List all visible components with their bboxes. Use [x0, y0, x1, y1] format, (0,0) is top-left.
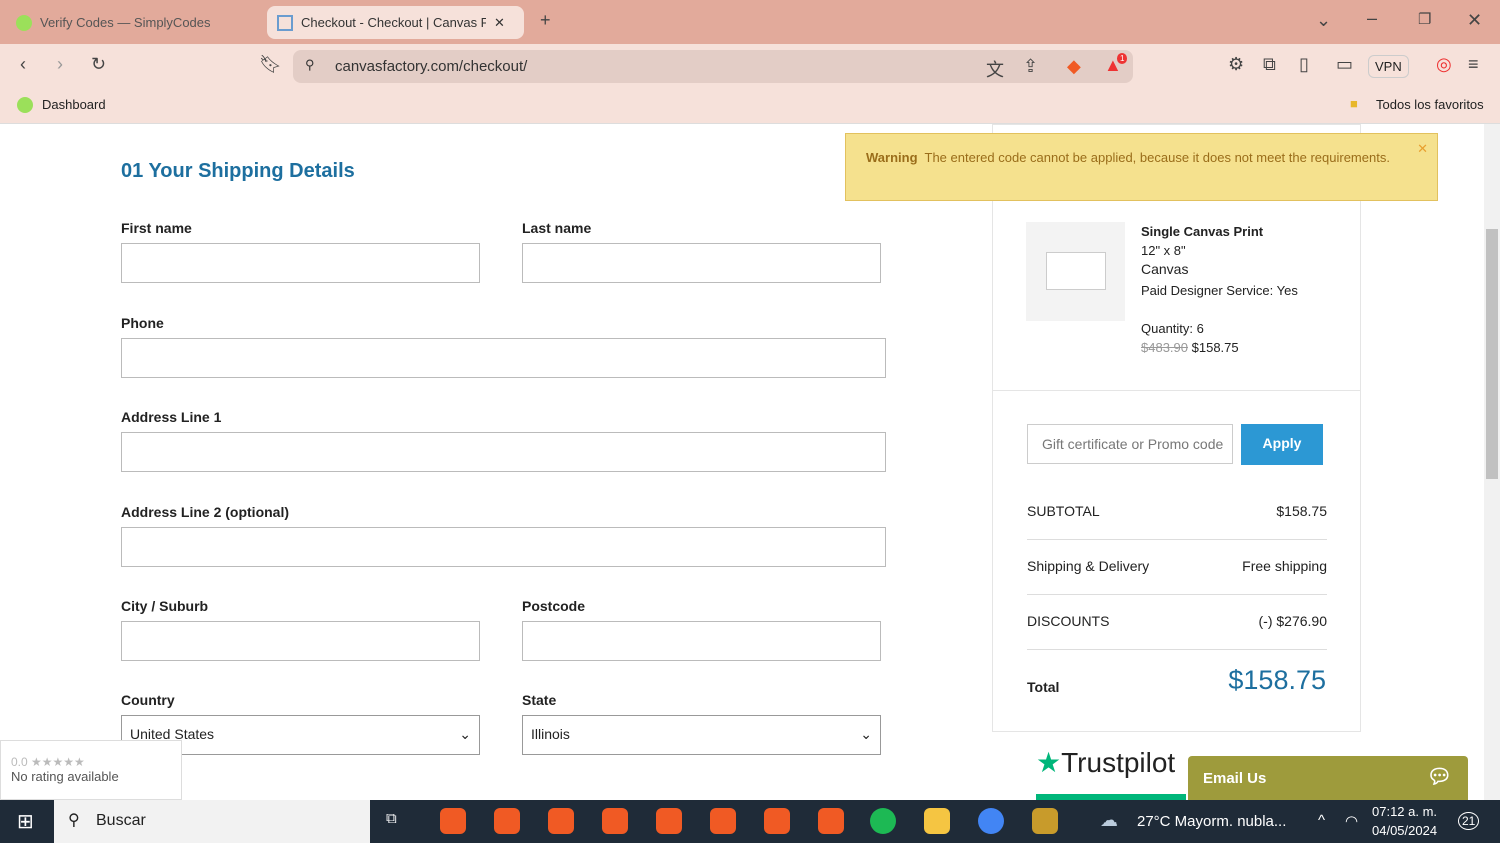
minimize-icon[interactable]: – [1367, 8, 1377, 29]
trustpilot-logo: ★Trustpilot [1036, 747, 1176, 778]
dashboard-favicon [17, 97, 33, 113]
wallet-icon[interactable]: ▭ [1336, 54, 1353, 75]
new-tab-icon[interactable]: + [540, 10, 551, 31]
brave-app-icon[interactable] [548, 808, 574, 834]
taskbar-search[interactable]: ⚲ Buscar [54, 800, 370, 843]
extensions-icon[interactable]: ⧉ [1263, 54, 1276, 75]
reload-icon[interactable]: ↻ [91, 54, 106, 75]
site-settings-icon[interactable]: ⚲ [305, 57, 315, 73]
brave-app-icon[interactable] [818, 808, 844, 834]
simplycodes-icon [16, 14, 32, 31]
shipping-value: Free shipping [1242, 558, 1327, 574]
address2-input[interactable] [121, 527, 886, 567]
warning-alert: Warning The entered code cannot be appli… [845, 133, 1438, 201]
page-icon [277, 14, 293, 31]
brave-app-icon[interactable] [440, 808, 466, 834]
postcode-input[interactable] [522, 621, 881, 661]
apply-button[interactable]: Apply [1241, 424, 1323, 465]
share-icon[interactable]: ⇪ [1023, 56, 1038, 77]
chat-icon: 💬︎ [1426, 766, 1452, 788]
vpn-button[interactable]: VPN [1368, 55, 1409, 78]
promo-code-input[interactable]: Gift certificate or Promo code [1027, 424, 1233, 464]
bookmark-dashboard[interactable]: Dashboard [42, 97, 106, 112]
address1-input[interactable] [121, 432, 886, 472]
state-label: State [522, 692, 557, 708]
forward-icon[interactable]: › [57, 54, 63, 75]
discounts-label: DISCOUNTS [1027, 613, 1110, 629]
tab-list-icon[interactable]: ⌄ [1316, 10, 1331, 31]
brave-app-icon[interactable] [494, 808, 520, 834]
task-view-icon[interactable]: ⧉ [386, 810, 397, 827]
file-explorer-icon[interactable] [924, 808, 950, 834]
chevron-down-icon: ⌄ [459, 726, 471, 742]
subtotal-label: SUBTOTAL [1027, 503, 1100, 519]
last-name-label: Last name [522, 220, 592, 236]
wifi-icon[interactable]: ◠ [1345, 812, 1358, 830]
chevron-down-icon: ⌄ [860, 726, 872, 742]
rating-widget[interactable]: 0.0 ★★★★★ No rating available [0, 740, 182, 800]
product-details: Single Canvas Print 12" x 8" Canvas Paid… [1141, 224, 1298, 355]
last-name-input[interactable] [522, 243, 881, 283]
address2-label: Address Line 2 (optional) [121, 504, 290, 520]
brave-shields-icon[interactable]: ◆ [1067, 56, 1081, 77]
total-label: Total [1027, 679, 1060, 695]
first-name-label: First name [121, 220, 192, 236]
address1-label: Address Line 1 [121, 409, 222, 425]
email-us-button[interactable]: Email Us 💬︎ [1188, 756, 1468, 800]
scrollbar[interactable] [1484, 124, 1500, 800]
search-icon: ⚲ [68, 812, 80, 829]
chevron-up-icon[interactable]: ^ [1318, 812, 1325, 829]
weather-text[interactable]: 27°C Mayorm. nubla... [1137, 813, 1286, 830]
bookmark-icon[interactable]: 🔖︎ [259, 54, 282, 75]
shipping-label: Shipping & Delivery [1027, 558, 1150, 574]
rewards-badge: 1 [1117, 53, 1128, 64]
windows-start-icon[interactable]: ⊞ [17, 809, 34, 834]
sidebar-icon[interactable]: ▯ [1299, 54, 1309, 75]
clock-time[interactable]: 07:12 a. m. [1372, 804, 1437, 819]
brave-app-icon[interactable] [656, 808, 682, 834]
folder-icon: ■ [1350, 96, 1358, 111]
notifications-icon[interactable]: 21 [1458, 812, 1480, 830]
city-input[interactable] [121, 621, 480, 661]
close-tab-icon[interactable]: ✕ [494, 15, 505, 31]
all-bookmarks[interactable]: Todos los favoritos [1376, 97, 1484, 112]
brave-app-icon[interactable] [710, 808, 736, 834]
profile-icon[interactable]: ◎ [1436, 54, 1452, 75]
page-title: 01 Your Shipping Details [121, 160, 355, 182]
order-summary: Single Canvas Print 12" x 8" Canvas Paid… [992, 124, 1361, 732]
discounts-value: (-) $276.90 [1258, 613, 1327, 629]
spotify-icon[interactable] [870, 808, 896, 834]
translate-icon[interactable]: 文 [986, 56, 1004, 82]
first-name-input[interactable] [121, 243, 480, 283]
state-select[interactable]: Illinois ⌄ [522, 715, 881, 755]
brave-app-icon[interactable] [602, 808, 628, 834]
address-bar[interactable]: ⚲ canvasfactory.com/checkout/ 文 ⇪ ◆ ▲ 1 [293, 50, 1133, 83]
chrome-icon[interactable] [978, 808, 1004, 834]
tab-checkout[interactable]: Checkout - Checkout | Canvas Fa ✕ [267, 6, 524, 39]
phone-input[interactable] [121, 338, 886, 378]
checkout-page: 01 Your Shipping Details First name Last… [0, 124, 1484, 800]
taskbar: ⊞ ⚲ Buscar ⧉ ☁ 27°C Mayorm. nubla... ^ ◠ … [0, 800, 1500, 843]
tab-verify-codes[interactable]: Verify Codes — SimplyCodes [6, 6, 261, 39]
city-label: City / Suburb [121, 598, 209, 614]
phone-label: Phone [121, 315, 164, 331]
tab-bar: Verify Codes — SimplyCodes Checkout - Ch… [0, 0, 1500, 44]
leo-icon[interactable]: ⚙ [1228, 54, 1244, 75]
product-thumbnail [1026, 222, 1125, 321]
subtotal-value: $158.75 [1276, 503, 1327, 519]
total-value: $158.75 [1228, 665, 1326, 695]
weather-icon: ☁ [1100, 810, 1118, 830]
postcode-label: Postcode [522, 598, 586, 614]
restore-icon[interactable]: ❐ [1418, 10, 1431, 28]
clock-date[interactable]: 04/05/2024 [1372, 823, 1437, 838]
brave-app-icon[interactable] [764, 808, 790, 834]
close-icon[interactable]: ✕ [1417, 138, 1428, 160]
back-icon[interactable]: ‹ [20, 54, 26, 75]
menu-icon[interactable]: ≡ [1468, 54, 1479, 75]
close-window-icon[interactable]: ✕ [1467, 10, 1482, 31]
country-label: Country [121, 692, 175, 708]
bookmarks-bar: Dashboard ■ Todos los favoritos [0, 88, 1500, 124]
app-icon[interactable] [1032, 808, 1058, 834]
